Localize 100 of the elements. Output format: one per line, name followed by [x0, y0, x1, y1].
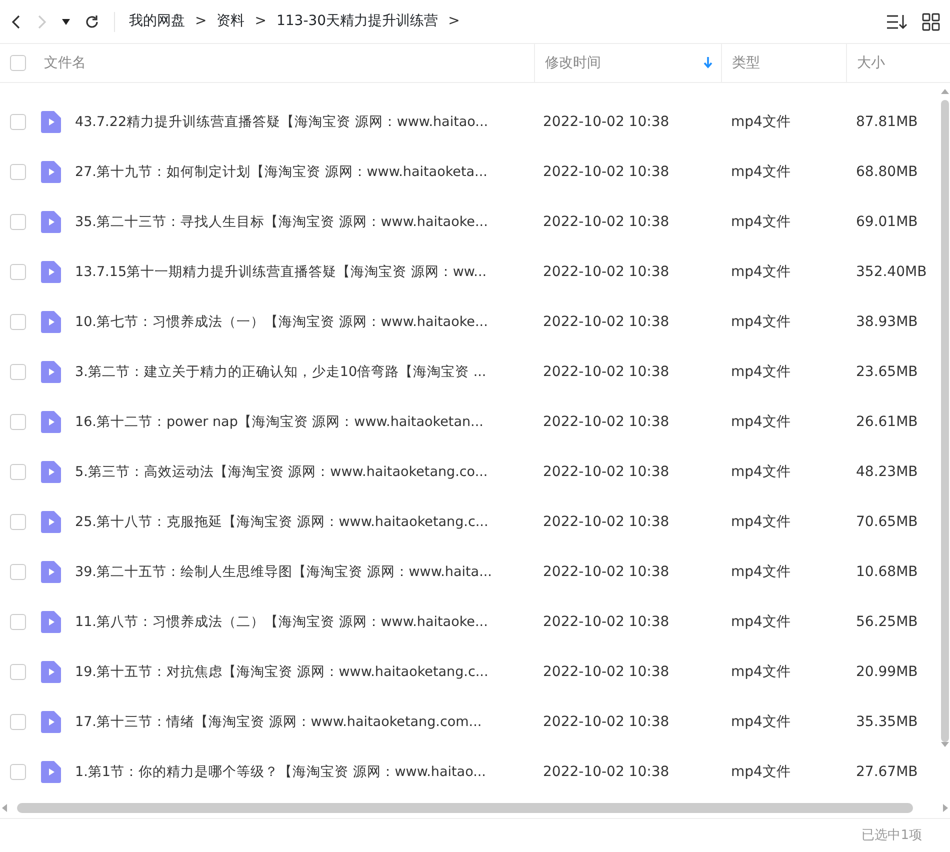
modified-time: 2022-10-02 10:38: [543, 712, 670, 732]
modified-time: 2022-10-02 10:38: [543, 412, 670, 432]
row-checkbox[interactable]: [10, 714, 26, 730]
file-name[interactable]: 35.第二十三节：寻找人生目标【海淘宝资 源网：www.haitaoke...: [75, 212, 520, 232]
file-name[interactable]: 10.第七节：习惯养成法（一）【海淘宝资 源网：www.haitaoke...: [75, 312, 520, 332]
file-type: mp4文件: [731, 112, 792, 132]
breadcrumb-separator: >: [448, 12, 460, 31]
caret-icon[interactable]: [62, 18, 70, 24]
modified-time: 2022-10-02 10:38: [543, 362, 670, 382]
row-checkbox[interactable]: [10, 314, 26, 330]
file-name[interactable]: 19.第十五节：对抗焦虑【海淘宝资 源网：www.haitaoketang.c...: [75, 662, 520, 682]
row-checkbox[interactable]: [10, 114, 26, 130]
file-size: 352.40MB: [856, 262, 927, 282]
scroll-right-icon[interactable]: [943, 804, 948, 812]
file-type: mp4文件: [731, 612, 792, 632]
file-size: 69.01MB: [856, 212, 918, 232]
file-size: 68.80MB: [856, 162, 918, 182]
breadcrumb-link[interactable]: 我的网盘: [129, 11, 185, 32]
file-type: mp4文件: [731, 312, 792, 332]
file-name[interactable]: 27.第十九节：如何制定计划【海淘宝资 源网：www.haitaoketa...: [75, 162, 520, 182]
row-checkbox[interactable]: [10, 414, 26, 430]
selection-status: 已选中1项: [862, 827, 922, 846]
video-file-icon: [41, 611, 61, 633]
modified-time: 2022-10-02 10:38: [543, 512, 670, 532]
video-file-icon: [41, 161, 61, 183]
file-size: 87.81MB: [856, 112, 918, 132]
file-type: mp4文件: [731, 262, 792, 282]
modified-time: 2022-10-02 10:38: [543, 612, 670, 632]
modified-time: 2022-10-02 10:38: [543, 262, 670, 282]
row-checkbox[interactable]: [10, 464, 26, 480]
video-file-icon: [41, 711, 61, 733]
file-name[interactable]: 11.第八节：习惯养成法（二）【海淘宝资 源网：www.haitaoke...: [75, 612, 520, 632]
modified-time: 2022-10-02 10:38: [543, 112, 670, 132]
video-file-icon: [41, 361, 61, 383]
video-file-icon: [41, 461, 61, 483]
modified-time: 2022-10-02 10:38: [543, 462, 670, 482]
row-checkbox[interactable]: [10, 614, 26, 630]
video-file-icon: [41, 761, 61, 783]
breadcrumb-separator: >: [195, 12, 207, 31]
row-checkbox[interactable]: [10, 164, 26, 180]
column-header[interactable]: 文件名: [44, 52, 86, 74]
column-header[interactable]: 类型: [732, 52, 760, 74]
video-file-icon: [41, 311, 61, 333]
select-all-checkbox[interactable]: [10, 55, 26, 71]
modified-time: 2022-10-02 10:38: [543, 662, 670, 682]
row-checkbox[interactable]: [10, 564, 26, 580]
breadcrumb-separator: >: [254, 12, 266, 31]
horizontal-scrollbar[interactable]: [17, 802, 913, 812]
video-file-icon: [41, 561, 61, 583]
file-size: 56.25MB: [856, 612, 918, 632]
video-file-icon: [41, 661, 61, 683]
file-size: 48.23MB: [856, 462, 918, 482]
modified-time: 2022-10-02 10:38: [543, 312, 670, 332]
scroll-left-icon[interactable]: [2, 804, 7, 812]
file-type: mp4文件: [731, 412, 792, 432]
sort-icon[interactable]: [886, 12, 908, 30]
file-name[interactable]: 17.第十三节：情绪【海淘宝资 源网：www.haitaoketang.com...: [75, 712, 520, 732]
file-size: 27.67MB: [856, 762, 918, 782]
row-checkbox[interactable]: [10, 664, 26, 680]
modified-time: 2022-10-02 10:38: [543, 762, 670, 782]
row-checkbox[interactable]: [10, 264, 26, 280]
file-name[interactable]: 1.第1节：你的精力是哪个等级？【海淘宝资 源网：www.haitao...: [75, 762, 520, 782]
file-name[interactable]: 43.7.22精力提升训练营直播答疑【海淘宝资 源网：www.haitao...: [75, 112, 520, 132]
modified-time: 2022-10-02 10:38: [543, 162, 670, 182]
back-button[interactable]: [10, 14, 22, 30]
breadcrumb-link[interactable]: 资料: [216, 11, 245, 32]
grid-view-icon[interactable]: [922, 12, 940, 30]
file-type: mp4文件: [731, 662, 792, 682]
video-file-icon: [41, 111, 61, 133]
file-name[interactable]: 13.7.15第十一期精力提升训练营直播答疑【海淘宝资 源网：ww...: [75, 262, 520, 282]
file-name[interactable]: 16.第十二节：power nap【海淘宝资 源网：www.haitaoketan...: [75, 412, 520, 432]
file-name[interactable]: 25.第十八节：克服拖延【海淘宝资 源网：www.haitaoketang.c...: [75, 512, 520, 532]
scroll-up-icon[interactable]: [941, 89, 949, 94]
column-header[interactable]: 修改时间: [545, 52, 601, 74]
column-header[interactable]: 大小: [857, 52, 885, 74]
video-file-icon: [41, 411, 61, 433]
row-checkbox[interactable]: [10, 514, 26, 530]
row-checkbox[interactable]: [10, 214, 26, 230]
file-type: mp4文件: [731, 362, 792, 382]
file-name[interactable]: 5.第三节：高效运动法【海淘宝资 源网：www.haitaoketang.co...: [75, 462, 520, 482]
file-type: mp4文件: [731, 162, 792, 182]
breadcrumb-link[interactable]: 113-30天精力提升训练营: [276, 11, 438, 32]
video-file-icon: [41, 511, 61, 533]
file-size: 10.68MB: [856, 562, 918, 582]
file-name[interactable]: 39.第二十五节：绘制人生思维导图【海淘宝资 源网：www.haita...: [75, 562, 520, 582]
video-file-icon: [41, 211, 61, 233]
file-type: mp4文件: [731, 512, 792, 532]
file-type: mp4文件: [731, 762, 792, 782]
file-type: mp4文件: [731, 462, 792, 482]
vertical-scrollbar[interactable]: [941, 100, 949, 742]
row-checkbox[interactable]: [10, 764, 26, 780]
file-type: mp4文件: [731, 562, 792, 582]
file-type: mp4文件: [731, 712, 792, 732]
file-name[interactable]: 3.第二节：建立关于精力的正确认知，少走10倍弯路【海淘宝资 ...: [75, 362, 520, 382]
modified-time: 2022-10-02 10:38: [543, 562, 670, 582]
file-size: 20.99MB: [856, 662, 918, 682]
file-size: 35.35MB: [856, 712, 918, 732]
refresh-icon[interactable]: [84, 14, 100, 30]
file-size: 38.93MB: [856, 312, 918, 332]
row-checkbox[interactable]: [10, 364, 26, 380]
